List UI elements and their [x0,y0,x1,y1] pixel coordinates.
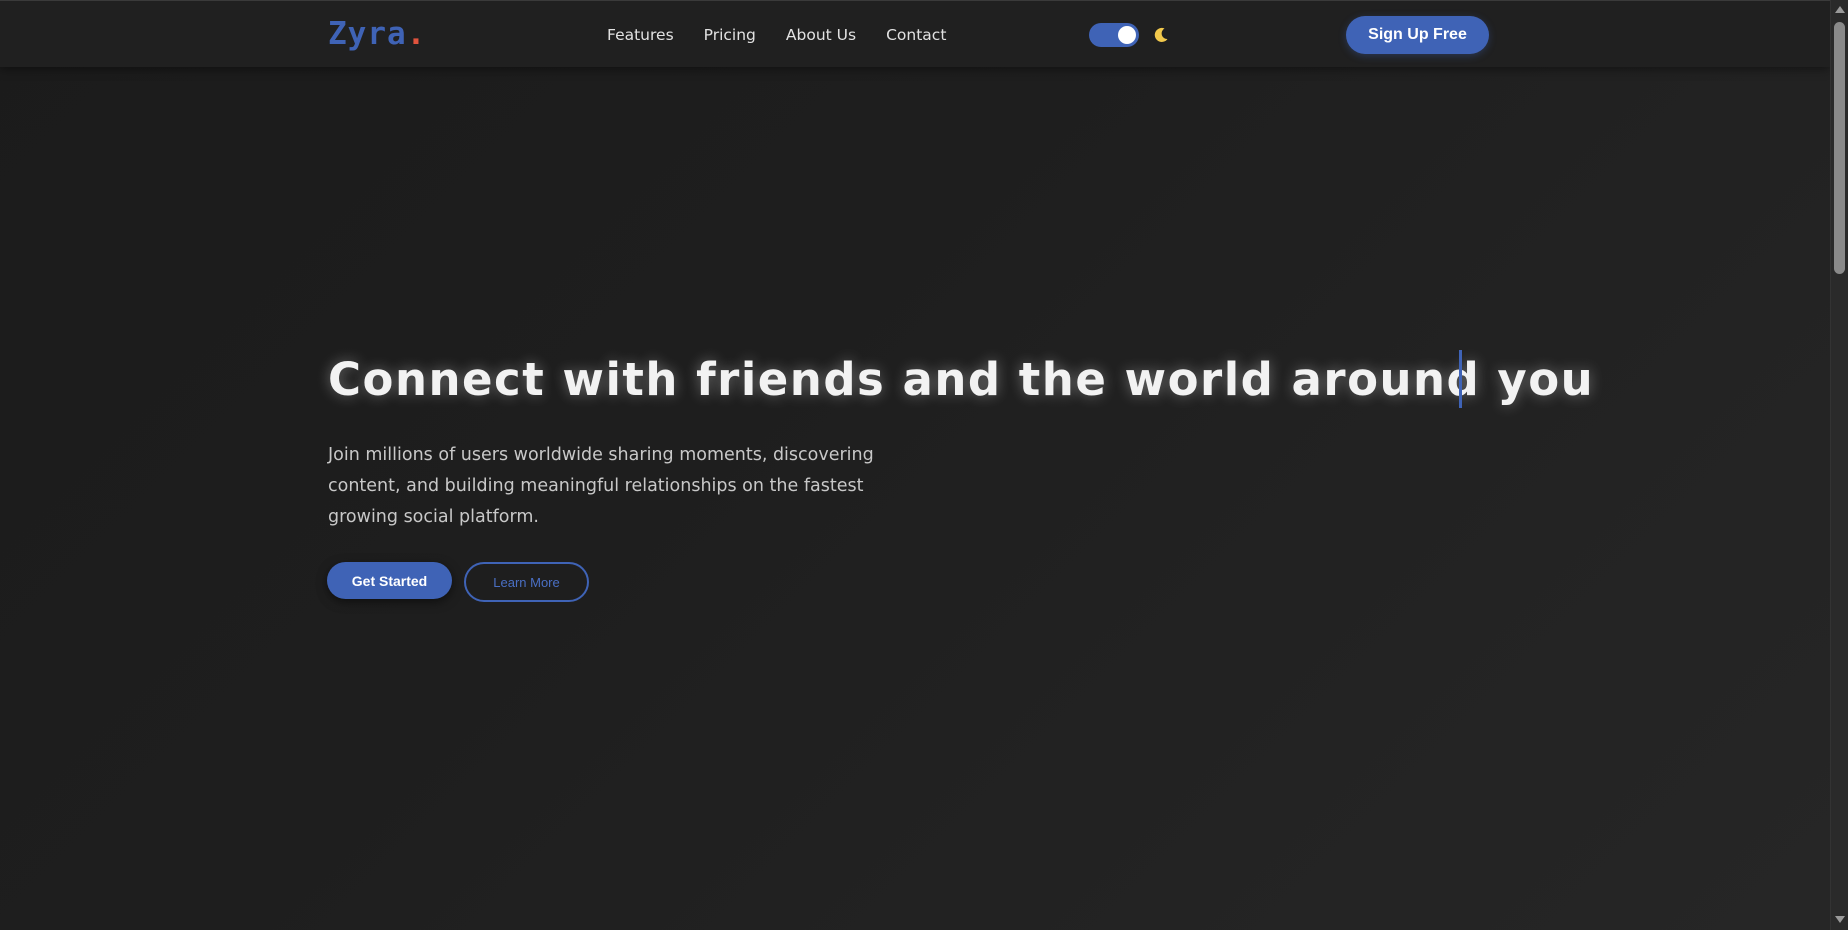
get-started-button[interactable]: Get Started [327,562,452,599]
scroll-down-arrow-icon[interactable] [1835,916,1845,923]
page-viewport: Zyra. Features Pricing About Us Contact … [0,0,1830,930]
sign-up-button[interactable]: Sign Up Free [1346,16,1489,54]
typing-caret [1459,350,1462,408]
logo[interactable]: Zyra. [328,15,426,53]
nav-link-pricing[interactable]: Pricing [704,23,756,47]
hero-subtitle: Join millions of users worldwide sharing… [328,445,874,527]
logo-text: Zyra [328,16,407,52]
scroll-thumb[interactable] [1834,22,1845,274]
vertical-scrollbar[interactable] [1830,0,1848,930]
logo-dot: . [406,16,427,52]
theme-toggle[interactable] [1089,23,1139,47]
hero-title: Connect with friends and the world aroun… [328,353,1595,406]
scroll-up-arrow-icon[interactable] [1835,6,1845,13]
moon-icon [1150,24,1172,46]
navbar: Zyra. Features Pricing About Us Contact … [0,0,1830,67]
nav-link-about-us[interactable]: About Us [786,23,856,47]
nav-link-contact[interactable]: Contact [886,23,946,47]
toggle-knob [1118,26,1136,44]
nav-link-features[interactable]: Features [607,23,674,47]
learn-more-button[interactable]: Learn More [464,562,589,602]
nav-links: Features Pricing About Us Contact [607,23,946,47]
